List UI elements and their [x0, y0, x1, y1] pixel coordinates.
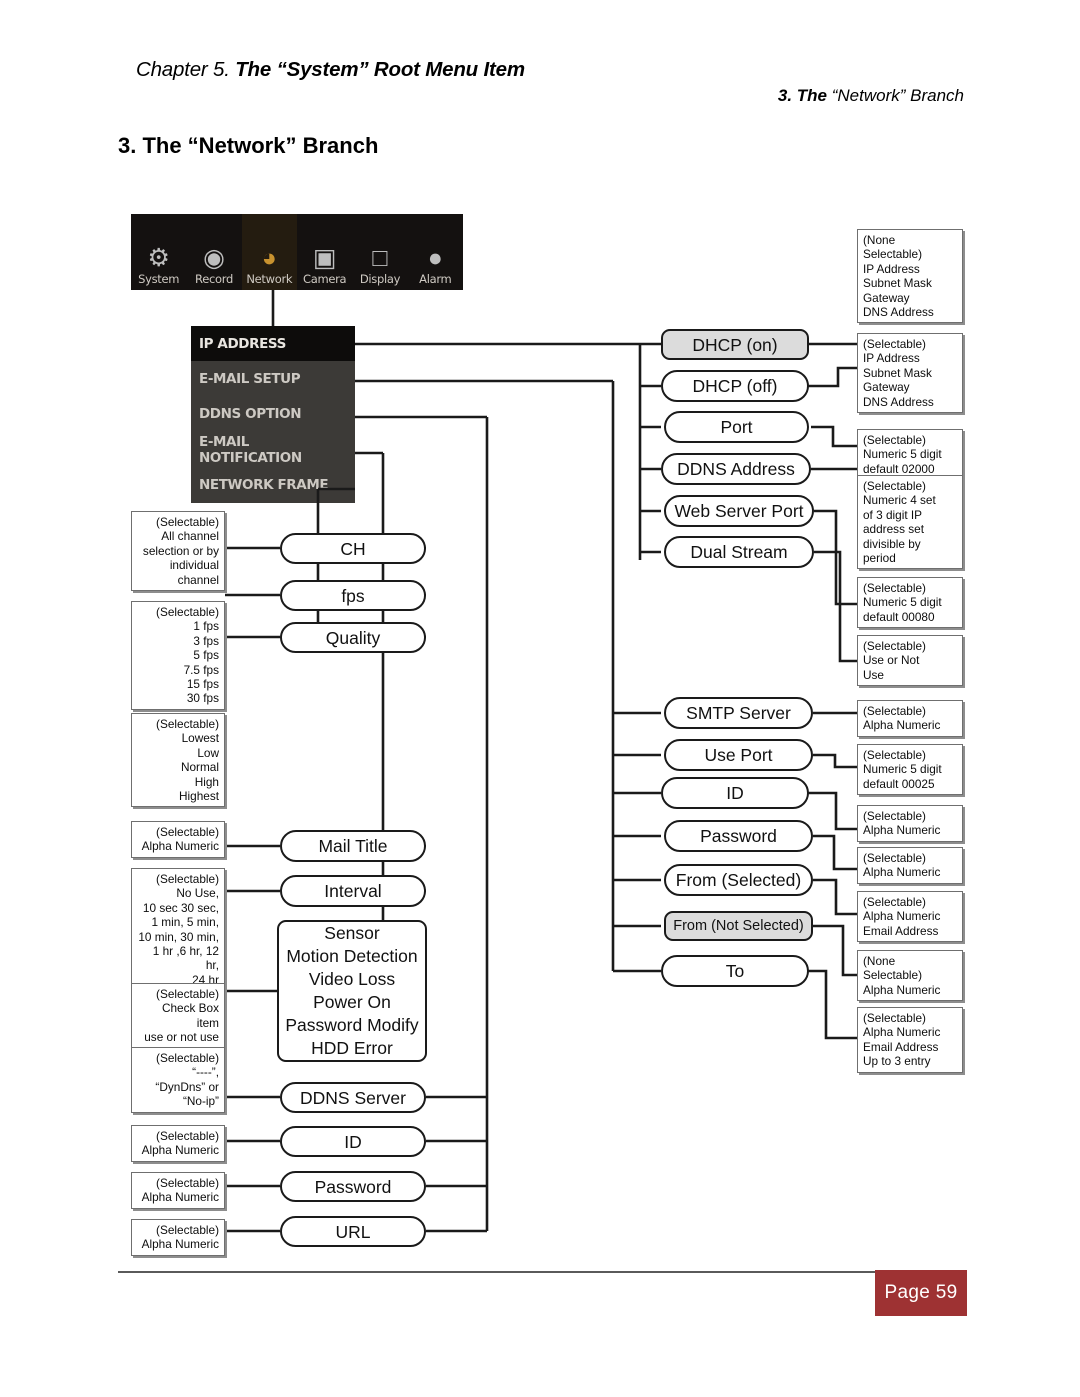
node-ddns-pw[interactable]: Password	[280, 1171, 426, 1202]
node-smtp-server[interactable]: SMTP Server	[664, 697, 813, 729]
node-dhcp-on[interactable]: DHCP (on)	[661, 329, 809, 360]
node-fps[interactable]: fps	[280, 580, 426, 611]
annotation-l-quality: (Selectable) Lowest Low Normal High High…	[131, 713, 225, 808]
node-ch[interactable]: CH	[280, 533, 426, 564]
node-id[interactable]: ID	[661, 777, 809, 809]
node-to[interactable]: To	[661, 955, 809, 987]
node-ddns-address[interactable]: DDNS Address	[661, 453, 811, 485]
annotation-a-from-sel: (Selectable) Alpha Numeric Email Address	[857, 891, 963, 943]
node-ddns-server[interactable]: DDNS Server	[280, 1082, 426, 1113]
node-mail-title[interactable]: Mail Title	[280, 830, 426, 862]
annotation-a-web-port: (Selectable) Numeric 5 digit default 000…	[857, 577, 963, 629]
annotation-a-ddns-addr: (Selectable) Numeric 4 set of 3 digit IP…	[857, 475, 963, 570]
node-events[interactable]: Sensor Motion Detection Video Loss Power…	[277, 920, 427, 1062]
annotation-l-mail: (Selectable) Alpha Numeric	[131, 821, 225, 858]
node-from-notsel[interactable]: From (Not Selected)	[664, 911, 813, 941]
page-number-badge: Page 59	[875, 1270, 967, 1316]
annotation-a-port: (Selectable) Numeric 5 digit default 020…	[857, 429, 963, 481]
annotation-a-dhcp-off: (Selectable) IP Address Subnet Mask Gate…	[857, 333, 963, 414]
annotation-l-ch: (Selectable) All channel selection or by…	[131, 511, 225, 592]
annotation-a-use-port: (Selectable) Numeric 5 digit default 000…	[857, 744, 963, 796]
node-dual-stream[interactable]: Dual Stream	[664, 536, 814, 568]
annotation-a-id: (Selectable) Alpha Numeric	[857, 805, 963, 842]
node-url[interactable]: URL	[280, 1216, 426, 1247]
annotation-l-url: (Selectable) Alpha Numeric	[131, 1219, 225, 1256]
node-from-sel[interactable]: From (Selected)	[664, 864, 813, 896]
annotation-l-ddns-id: (Selectable) Alpha Numeric	[131, 1125, 225, 1162]
annotation-a-pw: (Selectable) Alpha Numeric	[857, 847, 963, 884]
node-ddns-id[interactable]: ID	[280, 1126, 426, 1157]
node-password[interactable]: Password	[664, 820, 813, 852]
node-web-server[interactable]: Web Server Port	[664, 495, 814, 527]
annotation-l-events: (Selectable) Check Box item use or not u…	[131, 983, 225, 1049]
annotation-a-smtp: (Selectable) Alpha Numeric	[857, 700, 963, 737]
node-dhcp-off[interactable]: DHCP (off)	[661, 370, 809, 402]
annotation-a-from-not: (None Selectable) Alpha Numeric	[857, 950, 963, 1002]
annotation-l-ddns-srv: (Selectable) “----”, “DynDns” or “No-ip”	[131, 1047, 225, 1113]
annotation-l-ddns-pw: (Selectable) Alpha Numeric	[131, 1172, 225, 1209]
annotation-a-dual: (Selectable) Use or Not Use	[857, 635, 963, 687]
annotation-a-dhcp-on: (None Selectable) IP Address Subnet Mask…	[857, 229, 963, 324]
page-canvas: Chapter 5. The “System” Root Menu Item 3…	[0, 0, 1080, 1397]
annotation-a-to: (Selectable) Alpha Numeric Email Address…	[857, 1007, 963, 1073]
annotation-l-fps: (Selectable) 1 fps 3 fps 5 fps 7.5 fps 1…	[131, 601, 225, 710]
footer-rule	[118, 1271, 963, 1273]
node-quality[interactable]: Quality	[280, 622, 426, 653]
annotation-l-interval: (Selectable) No Use, 10 sec 30 sec, 1 mi…	[131, 868, 225, 992]
node-interval[interactable]: Interval	[280, 875, 426, 907]
node-port[interactable]: Port	[664, 411, 809, 443]
node-use-port[interactable]: Use Port	[664, 739, 813, 771]
